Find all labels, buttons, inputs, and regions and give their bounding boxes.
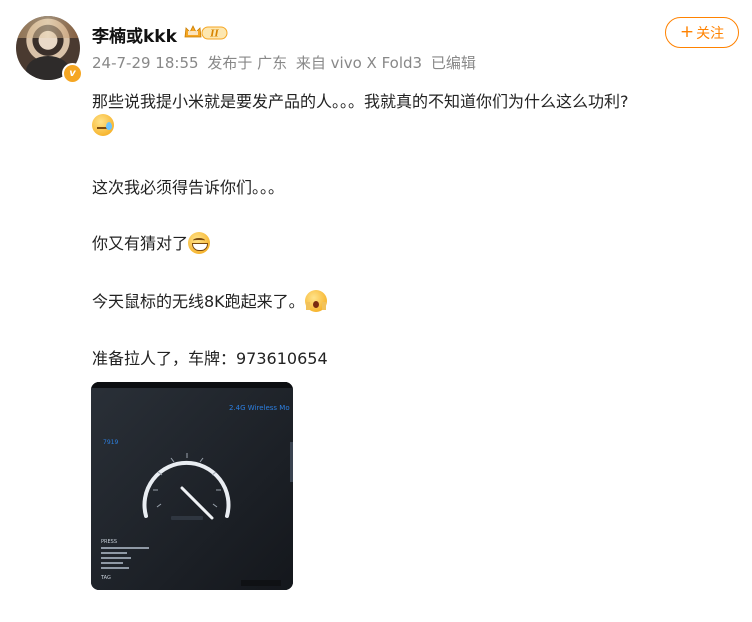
- screen-footer-label: TAG: [100, 575, 111, 581]
- post-text-2: 这次我必须得告诉你们。。。: [92, 178, 285, 197]
- screen-menu-title: PRESS: [101, 539, 117, 545]
- post-photo[interactable]: 2.4G Wireless Mo 7919 PRESS TAG: [91, 382, 293, 590]
- post-text-3-line: 你又有猜对了: [92, 230, 211, 254]
- plus-icon: +: [679, 22, 695, 42]
- screen-title: 2.4G Wireless Mo: [229, 404, 290, 412]
- member-crown-icon[interactable]: II: [183, 23, 229, 41]
- post-device: 来自 vivo X Fold3: [295, 54, 423, 72]
- sweat-emoji-icon: [92, 114, 114, 136]
- verified-badge-icon: v: [62, 63, 83, 84]
- edited-label[interactable]: 已编辑: [431, 54, 476, 72]
- post-meta: 24-7-29 18:55 发布于 广东 来自 vivo X Fold3 已编辑: [92, 52, 480, 73]
- shocked-emoji-icon: [304, 290, 327, 312]
- grin-emoji-icon: [188, 232, 211, 254]
- post-text-4: 今天鼠标的无线8K跑起来了。: [92, 292, 305, 311]
- post-datetime[interactable]: 24-7-29 18:55: [92, 54, 199, 72]
- post-text-1: 那些说我提小米就是要发产品的人。。。我就真的不知道你们为什么这么功利?: [92, 92, 629, 111]
- screen-left-value: 7919: [103, 439, 118, 446]
- username[interactable]: 李楠或kkk: [92, 22, 177, 47]
- avatar[interactable]: v: [16, 16, 83, 84]
- post-location: 发布于 广东: [207, 54, 288, 72]
- post-text-3: 你又有猜对了: [92, 234, 189, 253]
- follow-label: 关注: [696, 25, 725, 42]
- follow-button[interactable]: + 关注: [665, 17, 739, 48]
- post-text-1-emoji: [92, 114, 114, 136]
- post-text-5: 准备拉人了，车牌：973610654: [92, 349, 328, 368]
- post-text-4-line: 今天鼠标的无线8K跑起来了。: [92, 288, 327, 312]
- member-level: II: [209, 30, 219, 40]
- gauge-readout-box: [171, 516, 203, 520]
